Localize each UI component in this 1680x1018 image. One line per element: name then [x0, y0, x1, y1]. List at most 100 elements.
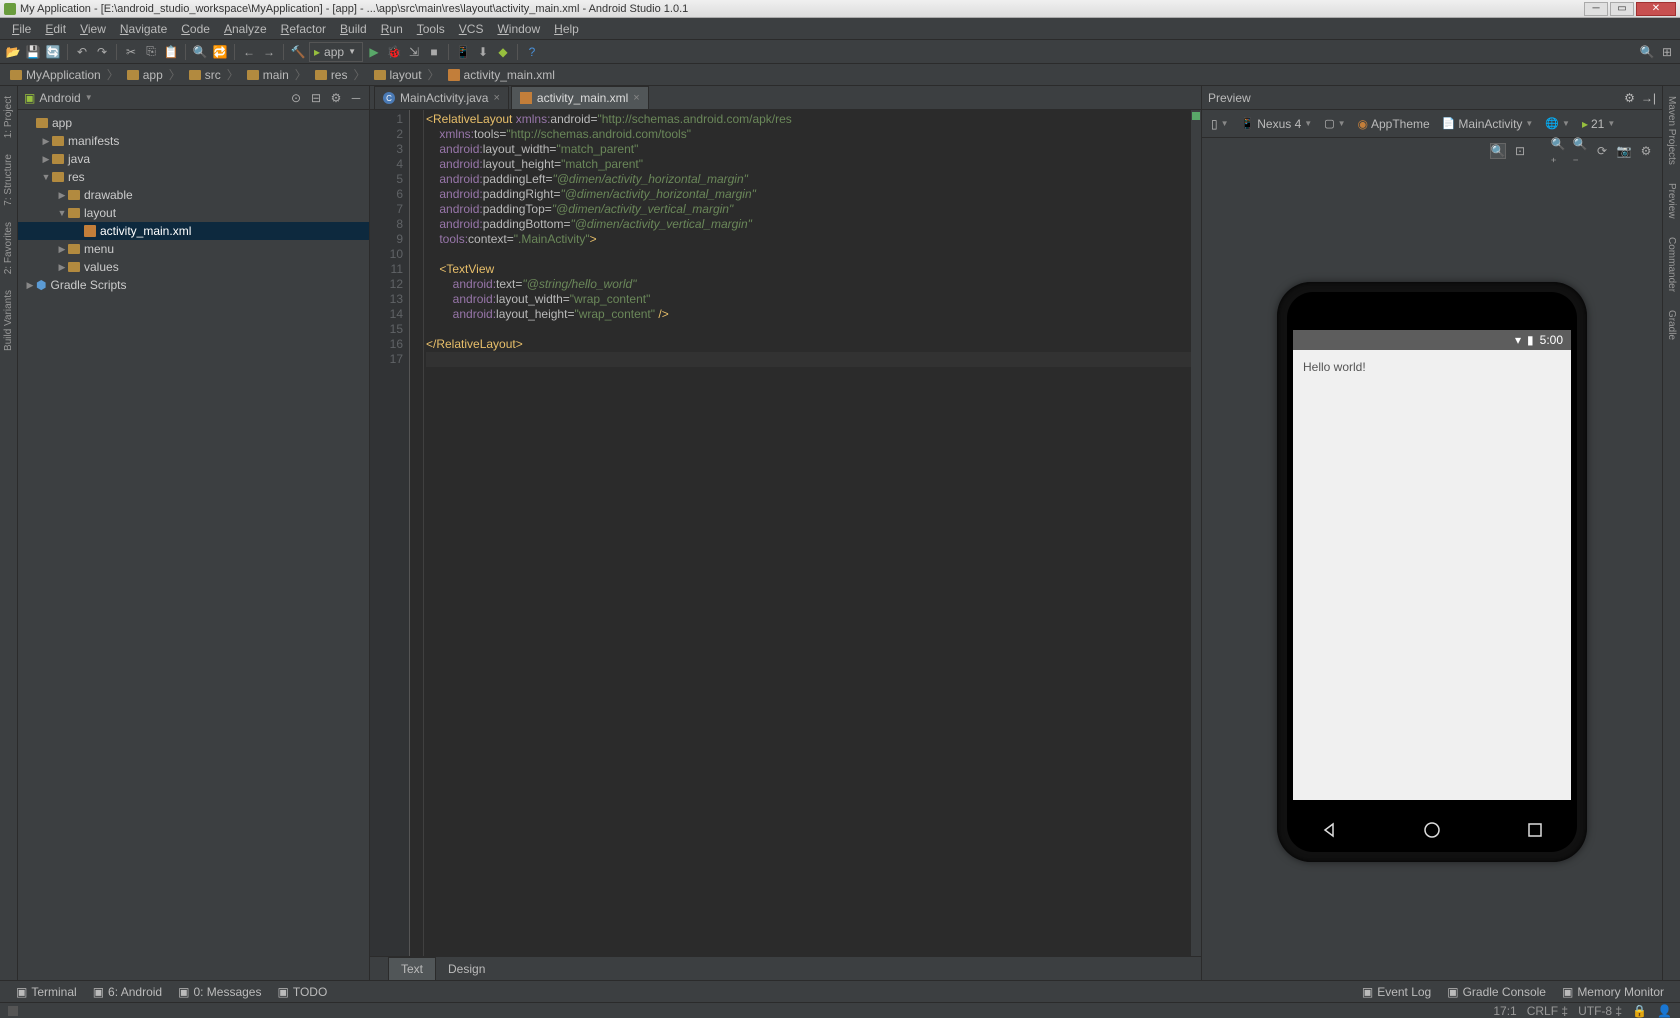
menu-navigate[interactable]: Navigate [114, 20, 173, 38]
activity-dropdown[interactable]: 📄MainActivity▼ [1439, 117, 1537, 131]
editor-tab[interactable]: CMainActivity.java× [374, 86, 509, 109]
window-close-button[interactable]: ✕ [1636, 2, 1676, 16]
api-dropdown[interactable]: ▸21▼ [1579, 117, 1618, 131]
tool-window-button[interactable]: 1: Project [3, 90, 14, 144]
zoom-actual-icon[interactable]: ⊡ [1512, 143, 1528, 159]
tree-row[interactable]: ▼layout [18, 204, 369, 222]
tree-arrow-icon[interactable]: ▶ [40, 154, 52, 165]
tool-window-button[interactable]: Commander [1666, 231, 1677, 298]
run-config-dropdown[interactable]: ▸ app ▼ [309, 42, 363, 62]
ddms-icon[interactable]: ◆ [494, 43, 512, 61]
copy-icon[interactable]: ⎘ [142, 43, 160, 61]
forward-icon[interactable]: → [260, 43, 278, 61]
status-tool-button[interactable]: ▣TODO [269, 985, 335, 999]
settings-icon[interactable]: ⚙ [1638, 143, 1654, 159]
orientation-dropdown[interactable]: ▯▼ [1208, 117, 1232, 131]
settings-icon[interactable]: ⚙ [1624, 91, 1635, 105]
device-dropdown[interactable]: 📱Nexus 4▼ [1238, 117, 1316, 131]
project-structure-icon[interactable]: ⊞ [1658, 43, 1676, 61]
debug-icon[interactable]: 🐞 [385, 43, 403, 61]
editor-mode-tab-design[interactable]: Design [436, 958, 497, 980]
tree-arrow-icon[interactable]: ▶ [40, 136, 52, 147]
save-icon[interactable]: 💾 [24, 43, 42, 61]
close-icon[interactable]: × [493, 92, 499, 104]
preview-alt-dropdown[interactable]: ▢▼ [1321, 117, 1348, 130]
tree-row[interactable]: ▶menu [18, 240, 369, 258]
settings-icon[interactable]: ⚙ [329, 91, 343, 105]
run-button[interactable]: ▶ [365, 43, 383, 61]
menu-view[interactable]: View [74, 20, 112, 38]
hector-icon[interactable]: 👤 [1657, 1004, 1672, 1018]
code-text[interactable]: <RelativeLayout xmlns:android="http://sc… [424, 110, 1191, 956]
tree-row[interactable]: ▶⬢Gradle Scripts [18, 276, 369, 294]
tree-row[interactable]: ▶values [18, 258, 369, 276]
tree-arrow-icon[interactable]: ▶ [56, 190, 68, 201]
breadcrumb[interactable]: layout〉 [370, 66, 444, 83]
menu-window[interactable]: Window [491, 20, 546, 38]
locale-dropdown[interactable]: 🌐▼ [1542, 117, 1573, 130]
menu-run[interactable]: Run [375, 20, 409, 38]
menu-vcs[interactable]: VCS [453, 20, 490, 38]
breadcrumb[interactable]: activity_main.xml [444, 68, 559, 82]
tree-row[interactable]: activity_main.xml [18, 222, 369, 240]
status-tool-button[interactable]: ▣Memory Monitor [1554, 985, 1672, 999]
tree-row[interactable]: ▶drawable [18, 186, 369, 204]
menu-file[interactable]: File [6, 20, 37, 38]
tree-arrow-icon[interactable]: ▼ [56, 208, 68, 218]
file-encoding[interactable]: UTF-8 ‡ [1578, 1004, 1622, 1018]
editor-mode-tab-text[interactable]: Text [388, 957, 436, 981]
menu-tools[interactable]: Tools [411, 20, 451, 38]
line-separator[interactable]: CRLF ‡ [1527, 1004, 1568, 1018]
tree-row[interactable]: ▶manifests [18, 132, 369, 150]
close-icon[interactable]: × [633, 92, 639, 104]
status-tool-button[interactable]: ▣Gradle Console [1439, 985, 1554, 999]
menu-code[interactable]: Code [175, 20, 216, 38]
replace-icon[interactable]: 🔁 [211, 43, 229, 61]
tool-window-button[interactable]: Build Variants [3, 284, 14, 357]
breadcrumb[interactable]: MyApplication〉 [6, 66, 123, 83]
window-minimize-button[interactable]: ─ [1584, 2, 1608, 16]
menu-build[interactable]: Build [334, 20, 373, 38]
tree-row[interactable]: ▶java [18, 150, 369, 168]
help-icon[interactable]: ? [523, 43, 541, 61]
tool-window-button[interactable]: Maven Projects [1666, 90, 1677, 171]
menu-analyze[interactable]: Analyze [218, 20, 273, 38]
collapse-all-icon[interactable]: ⊟ [309, 91, 323, 105]
editor-tab[interactable]: activity_main.xml× [511, 86, 649, 109]
insert-mode-icon[interactable]: 🔒 [1632, 1004, 1647, 1018]
project-tree[interactable]: app▶manifests▶java▼res▶drawable▼layoutac… [18, 110, 369, 980]
find-icon[interactable]: 🔍 [191, 43, 209, 61]
open-icon[interactable]: 📂 [4, 43, 22, 61]
tree-arrow-icon[interactable]: ▶ [24, 280, 36, 291]
status-tool-button[interactable]: ▣0: Messages [170, 985, 269, 999]
menu-refactor[interactable]: Refactor [275, 20, 332, 38]
zoom-out-icon[interactable]: 🔍₋ [1572, 143, 1588, 159]
cursor-position[interactable]: 17:1 [1493, 1004, 1516, 1018]
tool-window-button[interactable]: Preview [1666, 177, 1677, 225]
tree-row[interactable]: app [18, 114, 369, 132]
breadcrumb[interactable]: app〉 [123, 66, 185, 83]
paste-icon[interactable]: 📋 [162, 43, 180, 61]
sync-icon[interactable]: 🔄 [44, 43, 62, 61]
tree-row[interactable]: ▼res [18, 168, 369, 186]
cut-icon[interactable]: ✂ [122, 43, 140, 61]
tree-arrow-icon[interactable]: ▼ [40, 172, 52, 182]
stop-icon[interactable]: ■ [425, 43, 443, 61]
status-tool-button[interactable]: ▣6: Android [85, 985, 170, 999]
theme-dropdown[interactable]: ◉AppTheme [1355, 117, 1433, 131]
status-tool-button[interactable]: ▣Terminal [8, 985, 85, 999]
project-view-dropdown[interactable]: ▣ Android ▼ [24, 91, 93, 105]
breadcrumb[interactable]: main〉 [243, 66, 311, 83]
avd-manager-icon[interactable]: 📱 [454, 43, 472, 61]
hide-icon[interactable]: →| [1641, 91, 1656, 105]
tool-window-button[interactable]: 7: Structure [3, 148, 14, 212]
footer-status-icon[interactable] [8, 1006, 18, 1016]
attach-debugger-icon[interactable]: ⇲ [405, 43, 423, 61]
code-editor[interactable]: 1234567891011121314151617 <RelativeLayou… [370, 110, 1201, 956]
editor-marker-bar[interactable] [1191, 110, 1201, 956]
tree-arrow-icon[interactable]: ▶ [56, 244, 68, 255]
zoom-in-icon[interactable]: 🔍₊ [1550, 143, 1566, 159]
screenshot-icon[interactable]: 📷 [1616, 143, 1632, 159]
hide-icon[interactable]: ─ [349, 91, 363, 105]
menu-edit[interactable]: Edit [39, 20, 72, 38]
